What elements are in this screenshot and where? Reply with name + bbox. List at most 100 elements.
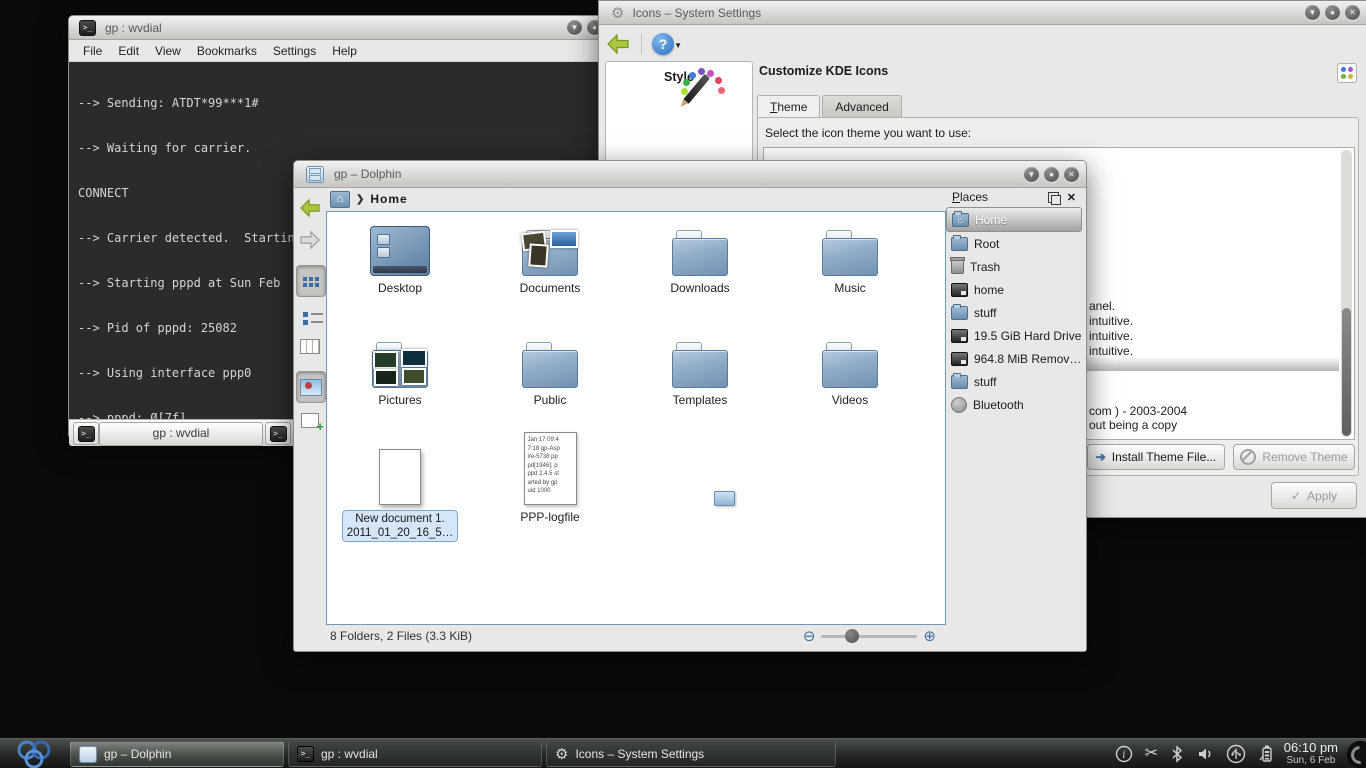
tab-advanced[interactable]: Advanced [822, 95, 901, 118]
file-item-templates[interactable]: Templates [630, 330, 770, 407]
task-system-settings[interactable]: ⚙ Icons – System Settings [546, 741, 836, 767]
text-preview-icon: Jan 17 09:4 7:18 gp-Asp ire-5738 pp pd[1… [524, 432, 577, 505]
selected-row-highlight [1087, 357, 1339, 371]
file-item-documents[interactable]: Documents [480, 218, 620, 295]
dolphin-toolbar [296, 191, 326, 437]
place-trash[interactable]: Trash [946, 255, 1082, 278]
apply-button[interactable]: ✓ Apply [1271, 482, 1357, 509]
minimize-button[interactable]: ▼ [1305, 5, 1320, 20]
place-stuff[interactable]: stuff [946, 301, 1082, 324]
home-icon: ⌂ [952, 213, 969, 227]
preview-button[interactable] [296, 371, 326, 403]
maximize-button[interactable]: ● [1044, 167, 1059, 182]
dolphin-titlebar[interactable]: gp – Dolphin ▼ ● ✕ [294, 161, 1086, 188]
sidebar-item-style[interactable]: Style [606, 68, 752, 84]
scrollbar[interactable] [1341, 150, 1352, 437]
install-theme-button[interactable]: ➔ Install Theme File... [1087, 444, 1225, 470]
usb-device-notifier-icon[interactable] [1226, 744, 1246, 764]
file-item-music[interactable]: Music [780, 218, 920, 295]
panel-toolbox-cashew[interactable] [1347, 741, 1366, 768]
minimize-button[interactable]: ▼ [567, 20, 582, 35]
menu-help[interactable]: Help [324, 42, 365, 60]
apply-label: Apply [1307, 489, 1337, 503]
icons-view-button[interactable] [296, 265, 326, 297]
install-theme-label: Install Theme File... [1112, 450, 1216, 464]
place-removable[interactable]: 964.8 MiB Remov… [946, 347, 1082, 370]
close-button[interactable]: ✕ [1064, 167, 1079, 182]
float-panel-icon[interactable] [1048, 192, 1059, 203]
preview-icon [300, 379, 322, 396]
theme-list-fragment: intuitive. [1089, 329, 1133, 343]
drag-ghost-icon [714, 491, 735, 506]
file-item-videos[interactable]: Videos [780, 330, 920, 407]
terminal-line: --> Waiting for carrier. [78, 141, 620, 156]
close-panel-icon[interactable]: ✕ [1067, 191, 1076, 204]
menu-settings[interactable]: Settings [265, 42, 324, 60]
place-home[interactable]: ⌂Home [946, 207, 1082, 232]
zoom-in-icon[interactable]: ⊕ [923, 629, 936, 644]
battery-icon[interactable] [1258, 744, 1274, 764]
menu-file[interactable]: File [75, 42, 110, 60]
zoom-slider-knob[interactable] [845, 629, 859, 643]
back-button[interactable] [296, 193, 324, 223]
terminal-titlebar[interactable]: >_ gp : wvdial ▼ ● ✕ [69, 16, 629, 40]
maximize-button[interactable]: ● [1325, 5, 1340, 20]
file-label: Public [480, 393, 620, 407]
file-item-desktop[interactable]: Desktop [330, 218, 470, 295]
tab-theme[interactable]: Theme [757, 95, 820, 118]
clock-widget[interactable]: 06:10 pm Sun, 6 Feb [1284, 741, 1338, 767]
icons-view-icon [303, 277, 307, 281]
new-tab-button[interactable]: >_ [73, 422, 99, 445]
task-wvdial[interactable]: >_ gp : wvdial [288, 741, 542, 767]
split-view-icon [301, 413, 319, 428]
klipper-scissors-icon[interactable]: ✂ [1145, 746, 1158, 762]
chevron-down-icon: ▼ [674, 35, 682, 57]
overview-icon[interactable] [1337, 63, 1357, 83]
file-item-public[interactable]: Public [480, 330, 620, 407]
file-label: Downloads [630, 281, 770, 295]
volume-icon[interactable] [1196, 745, 1214, 763]
zoom-out-icon[interactable]: ⊖ [803, 629, 816, 644]
launcher-knot-icon [12, 740, 58, 768]
app-launcher-button[interactable] [0, 739, 70, 768]
zoom-slider[interactable] [821, 635, 917, 638]
home-folder-icon[interactable]: ⌂ [330, 191, 350, 208]
file-label: Templates [630, 393, 770, 407]
columns-view-button[interactable] [296, 331, 324, 361]
places-panel: Places ✕ ⌂Home Root Trash home stuff 19.… [946, 187, 1082, 625]
menu-bookmarks[interactable]: Bookmarks [189, 42, 265, 60]
forward-button[interactable] [296, 225, 324, 255]
details-view-button[interactable] [296, 299, 324, 329]
menu-view[interactable]: View [147, 42, 189, 60]
file-item-ppp-logfile[interactable]: Jan 17 09:4 7:18 gp-Asp ire-5738 pp pd[1… [480, 433, 620, 524]
place-hard-drive[interactable]: 19.5 GiB Hard Drive [946, 324, 1082, 347]
hard-drive-icon [951, 283, 968, 297]
split-view-button[interactable] [296, 405, 324, 435]
breadcrumb-home[interactable]: Home [370, 192, 407, 206]
help-button[interactable]: ?▼ [652, 33, 674, 55]
minimize-button[interactable]: ▼ [1024, 167, 1039, 182]
file-item-pictures[interactable]: Pictures [330, 330, 470, 407]
file-item-downloads[interactable]: Downloads [630, 218, 770, 295]
remove-theme-button[interactable]: Remove Theme [1233, 444, 1355, 470]
place-root[interactable]: Root [946, 232, 1082, 255]
place-home-partition[interactable]: home [946, 278, 1082, 301]
scrollbar-thumb[interactable] [1342, 308, 1351, 436]
places-header[interactable]: Places ✕ [946, 187, 1082, 207]
bluetooth-icon[interactable] [1170, 745, 1184, 763]
task-dolphin[interactable]: gp – Dolphin [70, 741, 284, 767]
close-button[interactable]: ✕ [1345, 5, 1360, 20]
folder-icon [951, 237, 968, 251]
terminal-tab[interactable]: gp : wvdial [99, 422, 263, 446]
info-icon[interactable]: i [1115, 745, 1133, 763]
file-item-new-document[interactable]: New document 1.2011_01_20_16_5… [330, 433, 470, 542]
back-button[interactable] [605, 33, 631, 55]
menu-edit[interactable]: Edit [110, 42, 147, 60]
gear-icon: ⚙ [555, 747, 568, 762]
place-bluetooth[interactable]: Bluetooth [946, 393, 1082, 416]
file-label: Videos [780, 393, 920, 407]
folder-icon [522, 342, 578, 388]
tab-list-button[interactable]: >_ [265, 422, 291, 445]
system-settings-titlebar[interactable]: ⚙ Icons – System Settings ▼ ● ✕ [599, 1, 1366, 25]
place-stuff-2[interactable]: stuff [946, 370, 1082, 393]
